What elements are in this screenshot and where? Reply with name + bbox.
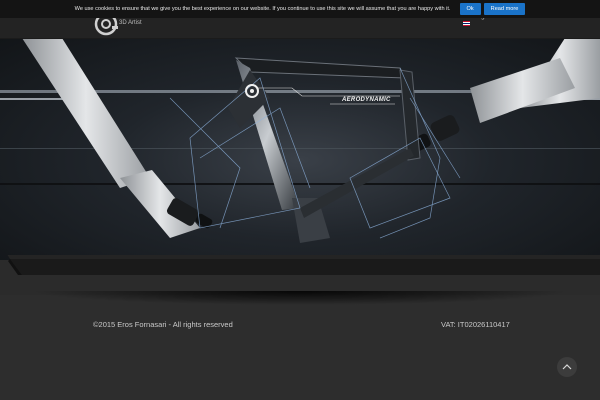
cookie-ok-button[interactable]: Ok (459, 3, 481, 15)
cookie-message: We use cookies to ensure that we give yo… (74, 6, 451, 12)
scroll-to-top-button[interactable] (557, 357, 577, 377)
site-footer: ©2015 Eros Fornasari - All rights reserv… (0, 291, 600, 400)
hero-callout-label: AERODYNAMIC (342, 97, 391, 103)
footer-copyright: ©2015 Eros Fornasari - All rights reserv… (93, 320, 233, 329)
uk-flag-icon[interactable] (463, 21, 470, 26)
slider-shelf (7, 255, 600, 275)
main-nav: Portfolio Services Contacts English (0, 13, 600, 38)
footer-vat: VAT: IT02026110417 (441, 320, 510, 329)
right-robot-arm (409, 38, 600, 153)
site-header: 3D Artist Portfolio Services Contacts En… (0, 12, 600, 39)
hero-slider: AERODYNAMIC (0, 38, 600, 260)
bike-frame (228, 57, 421, 243)
cookie-consent-bar: We use cookies to ensure that we give yo… (0, 0, 600, 18)
left-robot-arm (22, 38, 213, 238)
cookie-read-more-button[interactable]: Read more (483, 3, 526, 15)
hero-bike-illustration (0, 38, 600, 243)
chevron-up-icon (562, 364, 572, 370)
footer-shadow (30, 291, 570, 305)
